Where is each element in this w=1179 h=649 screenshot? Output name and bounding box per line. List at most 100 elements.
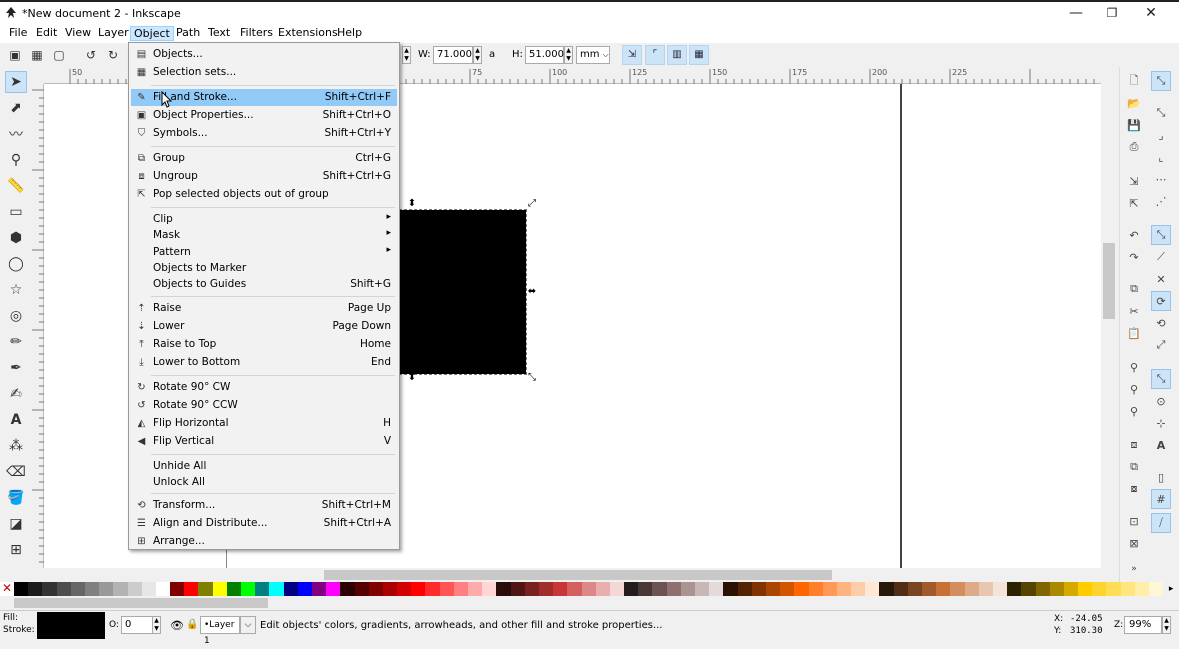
color-swatch[interactable]	[1078, 582, 1093, 596]
menu-item-unlock-all[interactable]: Unlock All	[131, 474, 397, 491]
color-swatch[interactable]	[340, 582, 355, 596]
snap-midpoints-icon[interactable]: ⤢	[1151, 335, 1171, 355]
color-swatch[interactable]	[56, 582, 71, 596]
color-swatch[interactable]	[397, 582, 412, 596]
menu-item-objects-to-guides[interactable]: Objects to Guides Shift+G	[131, 276, 397, 293]
menu-object[interactable]: Object	[130, 26, 174, 41]
snap-bbox-midpoint-icon[interactable]: ⋯	[1151, 169, 1171, 189]
menu-edit[interactable]: Edit	[33, 26, 60, 41]
3d-box-tool-icon[interactable]: ⬢	[5, 227, 27, 249]
color-swatch[interactable]	[538, 582, 554, 596]
zoom-selection-icon[interactable]: ⚲	[1124, 357, 1144, 377]
color-swatch[interactable]	[553, 582, 568, 596]
snap-bbox-icon[interactable]: ⤡	[1151, 103, 1171, 123]
height-spin-arrows[interactable]: ▲ ▼	[564, 46, 573, 64]
color-swatch[interactable]	[468, 582, 483, 596]
color-swatch[interactable]	[865, 582, 880, 596]
color-swatch[interactable]	[992, 582, 1008, 596]
spray-tool-icon[interactable]: ⁂	[5, 435, 27, 457]
color-swatch[interactable]	[638, 582, 653, 596]
snap-text-baseline-icon[interactable]: A	[1151, 435, 1171, 455]
move-gradients-toggle[interactable]: ▥	[667, 45, 687, 65]
palette-scroll-thumb[interactable]	[14, 598, 268, 608]
selected-rectangle[interactable]	[399, 209, 527, 375]
rotate-ccw-icon[interactable]: ↺	[82, 46, 100, 64]
color-swatch[interactable]	[808, 582, 823, 596]
snap-rotation-center-icon[interactable]: ⊹	[1151, 413, 1171, 433]
menu-path[interactable]: Path	[173, 26, 203, 41]
color-swatch[interactable]	[42, 582, 57, 596]
color-swatch[interactable]	[836, 582, 852, 596]
color-swatch[interactable]	[595, 582, 610, 596]
export-icon[interactable]: ⇱	[1124, 193, 1144, 213]
tweak-tool-icon[interactable]: 〰	[5, 123, 27, 145]
group-icon[interactable]: ⊡	[1124, 511, 1144, 531]
snap-page-border-icon[interactable]: ▯	[1151, 467, 1171, 487]
selector-tool-icon[interactable]: ➤	[5, 71, 27, 93]
pen-tool-icon[interactable]: ✒	[5, 357, 27, 379]
color-swatch[interactable]	[1035, 582, 1050, 596]
select-all-layers-icon[interactable]: ▦	[28, 46, 46, 64]
ellipse-tool-icon[interactable]: ◯	[5, 253, 27, 275]
pencil-tool-icon[interactable]: ✏	[5, 331, 27, 353]
color-swatch[interactable]	[907, 582, 922, 596]
color-swatch[interactable]	[425, 582, 440, 596]
color-swatch[interactable]	[581, 582, 596, 596]
snap-smooth-nodes-icon[interactable]: ⟲	[1151, 313, 1171, 333]
select-all-icon[interactable]: ▣	[6, 46, 24, 64]
menu-item-clip[interactable]: Clip ▸	[131, 211, 397, 228]
snap-others-icon[interactable]: ⤡	[1151, 369, 1171, 389]
color-swatch[interactable]	[851, 582, 866, 596]
color-swatch[interactable]	[170, 582, 185, 596]
color-swatch[interactable]	[496, 582, 511, 596]
scale-handle-right[interactable]: ⬌	[526, 286, 538, 298]
snap-toggle-icon[interactable]: ⤡	[1151, 71, 1171, 91]
color-swatch[interactable]	[780, 582, 795, 596]
menu-item-pattern[interactable]: Pattern ▸	[131, 244, 397, 261]
color-swatch[interactable]	[794, 582, 809, 596]
color-swatch[interactable]	[624, 582, 639, 596]
menu-item-flip-vertical[interactable]: ◀ Flip Vertical V	[131, 433, 397, 450]
snap-bbox-edge-icon[interactable]: ⌟	[1151, 125, 1171, 145]
color-swatch[interactable]	[609, 582, 625, 596]
color-swatch[interactable]	[411, 582, 426, 596]
color-swatch[interactable]	[765, 582, 781, 596]
scale-handle-bottom-right[interactable]: ⤡	[526, 372, 538, 384]
copy-icon[interactable]: ⧉	[1124, 279, 1144, 299]
scale-handle-top[interactable]: ⬍	[406, 198, 418, 210]
color-swatch[interactable]	[922, 582, 937, 596]
node-tool-icon[interactable]: ⬈	[5, 97, 27, 119]
spiral-tool-icon[interactable]: ◎	[5, 305, 27, 327]
palette-menu-icon[interactable]: ▸	[1163, 582, 1179, 596]
calligraphy-tool-icon[interactable]: ✍	[5, 383, 27, 405]
undo-icon[interactable]: ↶	[1124, 225, 1144, 245]
menu-item-lower[interactable]: ⇣ Lower Page Down	[131, 318, 397, 335]
menu-extensions[interactable]: Extensions	[275, 26, 341, 41]
color-swatch[interactable]	[283, 582, 298, 596]
gradient-tool-icon[interactable]: ◪	[5, 513, 27, 535]
color-swatch[interactable]	[184, 582, 199, 596]
color-swatch[interactable]	[28, 582, 43, 596]
opacity-spin-arrows[interactable]: ▲ ▼	[152, 616, 161, 634]
stroke-width-value[interactable]: 1	[100, 625, 106, 635]
menu-item-align-and-distribute[interactable]: ☰ Align and Distribute... Shift+Ctrl+A	[131, 515, 397, 532]
unlink-clone-icon[interactable]: ⧇	[1124, 479, 1144, 499]
rectangle-tool-icon[interactable]: ▭	[5, 201, 27, 223]
overflow-icon[interactable]: »	[1124, 559, 1144, 579]
color-swatch[interactable]	[297, 582, 312, 596]
menu-item-object-properties[interactable]: ▣ Object Properties... Shift+Ctrl+O	[131, 107, 397, 124]
redo-icon[interactable]: ↷	[1124, 247, 1144, 267]
clone-icon[interactable]: ⧉	[1124, 457, 1144, 477]
import-icon[interactable]: ⇲	[1124, 171, 1144, 191]
horizontal-scroll-thumb[interactable]	[324, 570, 832, 580]
color-swatch[interactable]	[127, 582, 142, 596]
color-swatch[interactable]	[326, 582, 341, 596]
color-swatch[interactable]	[155, 582, 171, 596]
color-swatch[interactable]	[1149, 582, 1164, 596]
new-document-icon[interactable]: 🗋	[1124, 71, 1144, 91]
layer-dropdown-chevron-icon[interactable]: ⌵	[240, 616, 256, 634]
snap-bbox-center-icon[interactable]: ⋰	[1151, 191, 1171, 211]
zoom-spin-arrows[interactable]: ▲ ▼	[1162, 616, 1171, 634]
color-swatch[interactable]	[453, 582, 468, 596]
color-swatch[interactable]	[893, 582, 908, 596]
